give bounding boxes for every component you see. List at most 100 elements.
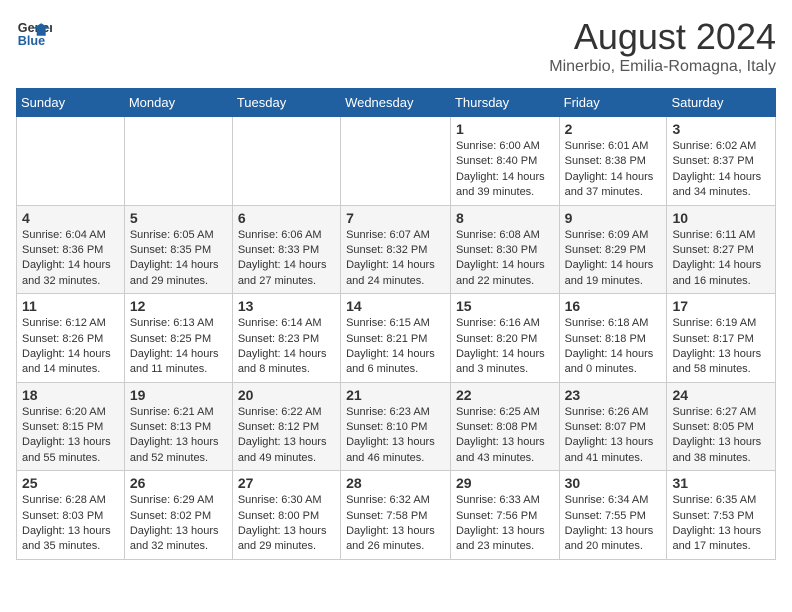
calendar-cell: 29 Sunrise: 6:33 AM Sunset: 7:56 PM Dayli… xyxy=(450,471,559,560)
day-info: Sunrise: 6:35 AM Sunset: 7:53 PM Dayligh… xyxy=(672,493,770,555)
calendar-cell: 31 Sunrise: 6:35 AM Sunset: 7:53 PM Dayli… xyxy=(667,471,776,560)
day-number: 31 xyxy=(672,475,770,491)
calendar-week-row: 1 Sunrise: 6:00 AM Sunset: 8:40 PM Daylig… xyxy=(17,117,776,206)
day-info: Sunrise: 6:15 AM Sunset: 8:21 PM Dayligh… xyxy=(346,316,445,378)
day-info: Sunrise: 6:02 AM Sunset: 8:37 PM Dayligh… xyxy=(672,139,770,201)
calendar-cell: 2 Sunrise: 6:01 AM Sunset: 8:38 PM Daylig… xyxy=(559,117,667,206)
day-number: 6 xyxy=(238,210,335,226)
calendar-body: 1 Sunrise: 6:00 AM Sunset: 8:40 PM Daylig… xyxy=(17,117,776,560)
day-info: Sunrise: 6:05 AM Sunset: 8:35 PM Dayligh… xyxy=(130,228,227,290)
calendar-cell xyxy=(124,117,232,206)
calendar-cell xyxy=(341,117,451,206)
calendar-cell: 20 Sunrise: 6:22 AM Sunset: 8:12 PM Dayli… xyxy=(232,382,340,471)
day-info: Sunrise: 6:04 AM Sunset: 8:36 PM Dayligh… xyxy=(22,228,119,290)
day-number: 18 xyxy=(22,387,119,403)
calendar-cell: 9 Sunrise: 6:09 AM Sunset: 8:29 PM Daylig… xyxy=(559,205,667,294)
day-info: Sunrise: 6:29 AM Sunset: 8:02 PM Dayligh… xyxy=(130,493,227,555)
day-header: Thursday xyxy=(450,89,559,117)
day-number: 16 xyxy=(565,298,662,314)
day-number: 28 xyxy=(346,475,445,491)
day-number: 9 xyxy=(565,210,662,226)
day-info: Sunrise: 6:11 AM Sunset: 8:27 PM Dayligh… xyxy=(672,228,770,290)
calendar-cell: 15 Sunrise: 6:16 AM Sunset: 8:20 PM Dayli… xyxy=(450,294,559,383)
subtitle: Minerbio, Emilia-Romagna, Italy xyxy=(549,58,776,76)
calendar-cell: 8 Sunrise: 6:08 AM Sunset: 8:30 PM Daylig… xyxy=(450,205,559,294)
logo: General Blue xyxy=(16,16,52,52)
day-number: 2 xyxy=(565,121,662,137)
day-number: 26 xyxy=(130,475,227,491)
day-number: 8 xyxy=(456,210,554,226)
day-info: Sunrise: 6:21 AM Sunset: 8:13 PM Dayligh… xyxy=(130,405,227,467)
day-info: Sunrise: 6:22 AM Sunset: 8:12 PM Dayligh… xyxy=(238,405,335,467)
day-info: Sunrise: 6:20 AM Sunset: 8:15 PM Dayligh… xyxy=(22,405,119,467)
day-info: Sunrise: 6:23 AM Sunset: 8:10 PM Dayligh… xyxy=(346,405,445,467)
calendar-cell xyxy=(17,117,125,206)
day-header: Sunday xyxy=(17,89,125,117)
calendar-cell: 18 Sunrise: 6:20 AM Sunset: 8:15 PM Dayli… xyxy=(17,382,125,471)
day-header: Saturday xyxy=(667,89,776,117)
day-header: Tuesday xyxy=(232,89,340,117)
day-number: 21 xyxy=(346,387,445,403)
calendar-table: SundayMondayTuesdayWednesdayThursdayFrid… xyxy=(16,88,776,560)
day-info: Sunrise: 6:28 AM Sunset: 8:03 PM Dayligh… xyxy=(22,493,119,555)
calendar-cell: 26 Sunrise: 6:29 AM Sunset: 8:02 PM Dayli… xyxy=(124,471,232,560)
day-number: 29 xyxy=(456,475,554,491)
day-number: 27 xyxy=(238,475,335,491)
calendar-week-row: 11 Sunrise: 6:12 AM Sunset: 8:26 PM Dayli… xyxy=(17,294,776,383)
day-number: 24 xyxy=(672,387,770,403)
day-info: Sunrise: 6:12 AM Sunset: 8:26 PM Dayligh… xyxy=(22,316,119,378)
title-block: August 2024 Minerbio, Emilia-Romagna, It… xyxy=(549,16,776,76)
day-info: Sunrise: 6:01 AM Sunset: 8:38 PM Dayligh… xyxy=(565,139,662,201)
calendar-cell: 4Sunrise: 6:04 AM Sunset: 8:36 PM Daylig… xyxy=(17,205,125,294)
day-info: Sunrise: 6:06 AM Sunset: 8:33 PM Dayligh… xyxy=(238,228,335,290)
calendar-cell: 13 Sunrise: 6:14 AM Sunset: 8:23 PM Dayli… xyxy=(232,294,340,383)
calendar-cell: 16 Sunrise: 6:18 AM Sunset: 8:18 PM Dayli… xyxy=(559,294,667,383)
day-info: Sunrise: 6:30 AM Sunset: 8:00 PM Dayligh… xyxy=(238,493,335,555)
day-info: Sunrise: 6:34 AM Sunset: 7:55 PM Dayligh… xyxy=(565,493,662,555)
day-number: 7 xyxy=(346,210,445,226)
day-number: 13 xyxy=(238,298,335,314)
calendar-cell: 12Sunrise: 6:13 AM Sunset: 8:25 PM Dayli… xyxy=(124,294,232,383)
day-number: 11 xyxy=(22,298,119,314)
day-number: 22 xyxy=(456,387,554,403)
calendar-cell: 25 Sunrise: 6:28 AM Sunset: 8:03 PM Dayli… xyxy=(17,471,125,560)
calendar-cell: 14 Sunrise: 6:15 AM Sunset: 8:21 PM Dayli… xyxy=(341,294,451,383)
day-header: Monday xyxy=(124,89,232,117)
calendar-week-row: 25 Sunrise: 6:28 AM Sunset: 8:03 PM Dayli… xyxy=(17,471,776,560)
day-info: Sunrise: 6:33 AM Sunset: 7:56 PM Dayligh… xyxy=(456,493,554,555)
calendar-cell: 7 Sunrise: 6:07 AM Sunset: 8:32 PM Daylig… xyxy=(341,205,451,294)
main-title: August 2024 xyxy=(549,16,776,58)
day-info: Sunrise: 6:14 AM Sunset: 8:23 PM Dayligh… xyxy=(238,316,335,378)
day-info: Sunrise: 6:18 AM Sunset: 8:18 PM Dayligh… xyxy=(565,316,662,378)
day-info: Sunrise: 6:07 AM Sunset: 8:32 PM Dayligh… xyxy=(346,228,445,290)
day-number: 10 xyxy=(672,210,770,226)
day-number: 17 xyxy=(672,298,770,314)
calendar-cell: 3Sunrise: 6:02 AM Sunset: 8:37 PM Daylig… xyxy=(667,117,776,206)
calendar-cell: 17Sunrise: 6:19 AM Sunset: 8:17 PM Dayli… xyxy=(667,294,776,383)
calendar-cell: 5 Sunrise: 6:05 AM Sunset: 8:35 PM Daylig… xyxy=(124,205,232,294)
calendar-week-row: 18 Sunrise: 6:20 AM Sunset: 8:15 PM Dayli… xyxy=(17,382,776,471)
day-info: Sunrise: 6:25 AM Sunset: 8:08 PM Dayligh… xyxy=(456,405,554,467)
calendar-cell: 30 Sunrise: 6:34 AM Sunset: 7:55 PM Dayli… xyxy=(559,471,667,560)
calendar-cell: 10 Sunrise: 6:11 AM Sunset: 8:27 PM Dayli… xyxy=(667,205,776,294)
day-number: 23 xyxy=(565,387,662,403)
day-number: 25 xyxy=(22,475,119,491)
day-number: 30 xyxy=(565,475,662,491)
day-info: Sunrise: 6:16 AM Sunset: 8:20 PM Dayligh… xyxy=(456,316,554,378)
day-info: Sunrise: 6:27 AM Sunset: 8:05 PM Dayligh… xyxy=(672,405,770,467)
day-info: Sunrise: 6:09 AM Sunset: 8:29 PM Dayligh… xyxy=(565,228,662,290)
calendar-cell: 6 Sunrise: 6:06 AM Sunset: 8:33 PM Daylig… xyxy=(232,205,340,294)
logo-icon: General Blue xyxy=(16,16,52,52)
calendar-cell: 28Sunrise: 6:32 AM Sunset: 7:58 PM Dayli… xyxy=(341,471,451,560)
day-number: 5 xyxy=(130,210,227,226)
calendar-cell: 1 Sunrise: 6:00 AM Sunset: 8:40 PM Daylig… xyxy=(450,117,559,206)
day-info: Sunrise: 6:00 AM Sunset: 8:40 PM Dayligh… xyxy=(456,139,554,201)
day-info: Sunrise: 6:08 AM Sunset: 8:30 PM Dayligh… xyxy=(456,228,554,290)
calendar-week-row: 4Sunrise: 6:04 AM Sunset: 8:36 PM Daylig… xyxy=(17,205,776,294)
calendar-cell: 11 Sunrise: 6:12 AM Sunset: 8:26 PM Dayli… xyxy=(17,294,125,383)
day-number: 1 xyxy=(456,121,554,137)
day-number: 15 xyxy=(456,298,554,314)
day-number: 14 xyxy=(346,298,445,314)
day-number: 20 xyxy=(238,387,335,403)
svg-text:Blue: Blue xyxy=(18,34,45,48)
